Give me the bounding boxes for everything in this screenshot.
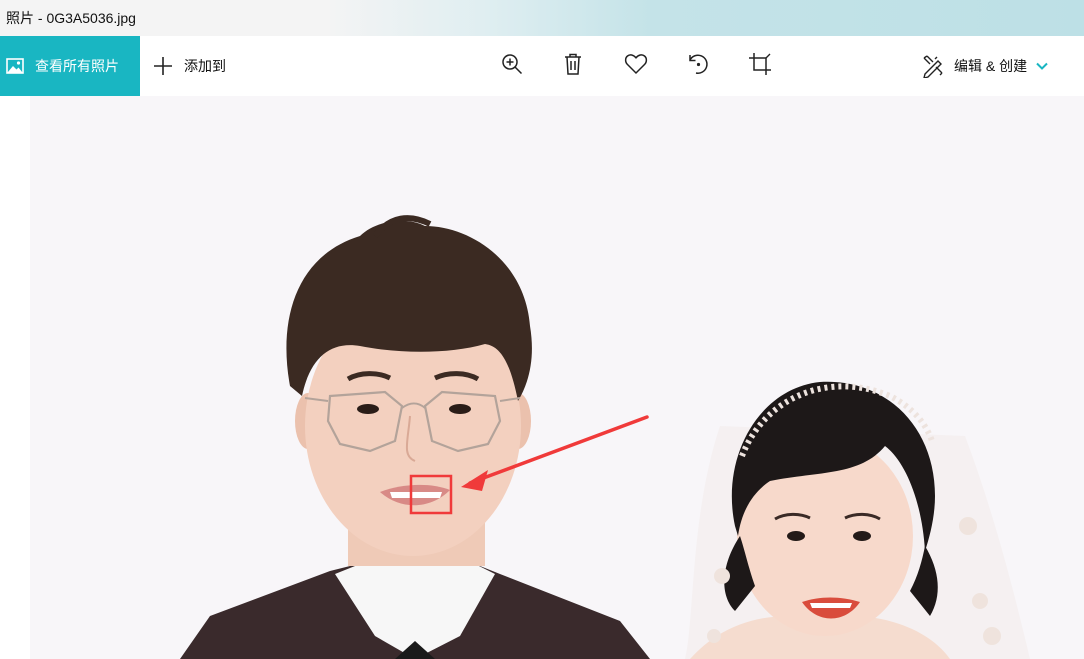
toolbar: 查看所有照片 添加到 编辑 & 创建 [0,36,1084,96]
rotate-button[interactable] [684,52,712,80]
favorite-button[interactable] [622,52,650,80]
edit-create-button[interactable]: 编辑 & 创建 [920,36,1049,96]
crop-button[interactable] [746,52,774,80]
edit-create-icon [920,53,946,79]
add-to-label: 添加到 [184,58,226,74]
rotate-icon [686,52,710,81]
view-all-photos-label: 查看所有照片 [35,58,119,74]
window-title: 照片 - 0G3A5036.jpg [6,10,136,26]
heart-icon [624,53,648,80]
add-to-button[interactable]: 添加到 [150,36,226,96]
chevron-down-icon [1035,61,1049,71]
view-all-photos-button[interactable]: 查看所有照片 [0,36,140,96]
photo-viewer[interactable] [0,96,1084,659]
photo-image [30,96,1084,659]
plus-icon [150,53,176,79]
title-bar: 照片 - 0G3A5036.jpg [0,0,1084,36]
crop-icon [748,52,772,81]
trash-icon [562,52,584,81]
zoom-button[interactable] [498,52,526,80]
zoom-in-icon [500,52,524,81]
wedding-photo [30,96,1084,659]
edit-create-label: 编辑 & 创建 [954,58,1028,74]
photos-icon [6,57,24,75]
delete-button[interactable] [559,52,587,80]
